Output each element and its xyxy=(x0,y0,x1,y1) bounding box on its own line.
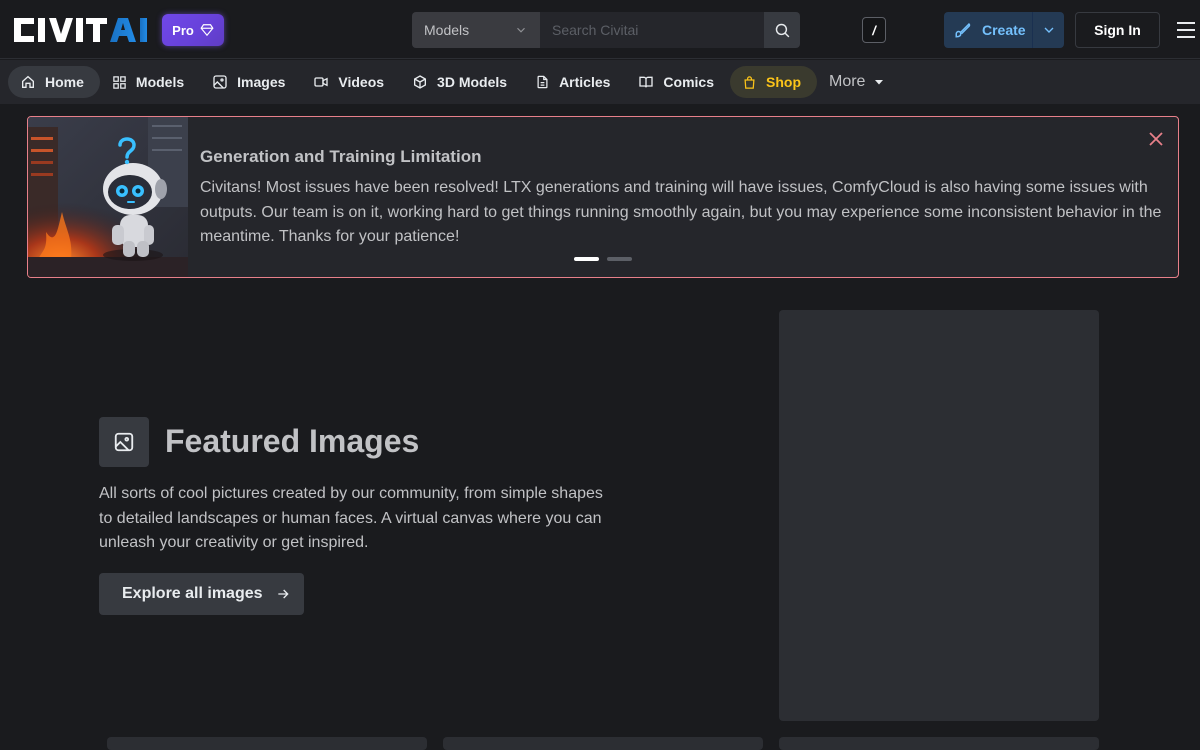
search-input[interactable] xyxy=(540,12,764,48)
robot-illustration xyxy=(28,117,188,277)
search-button[interactable] xyxy=(764,12,800,48)
chevron-down-icon xyxy=(517,27,525,33)
nav-label: Images xyxy=(237,74,286,90)
nav-item-models[interactable]: Models xyxy=(100,66,200,98)
nav-label: Shop xyxy=(766,74,801,90)
arrow-right-icon xyxy=(277,589,289,599)
nav-item-3d-models[interactable]: 3D Models xyxy=(400,66,523,98)
image-icon xyxy=(213,75,227,89)
image-card-placeholder[interactable] xyxy=(107,737,427,750)
nav-item-videos[interactable]: Videos xyxy=(301,66,400,98)
announcement-body: Civitans! Most issues have been resolved… xyxy=(200,179,1162,245)
announcement-title: Generation and Training Limitation xyxy=(200,147,482,166)
explore-all-images-button[interactable]: Explore all images xyxy=(99,573,304,615)
sign-in-button[interactable]: Sign In xyxy=(1075,12,1160,48)
nav-label: Models xyxy=(135,74,185,90)
carousel-indicators xyxy=(574,257,632,261)
create-button[interactable]: Create xyxy=(944,21,1032,39)
create-button-group: Create xyxy=(944,12,1064,48)
diamond-icon xyxy=(200,24,214,37)
carousel-dot[interactable] xyxy=(574,257,599,261)
featured-images-title: Featured Images xyxy=(165,423,420,459)
civitai-logo[interactable] xyxy=(12,14,152,46)
book-icon xyxy=(639,76,654,88)
explore-label: Explore all images xyxy=(122,585,263,602)
image-card-placeholder[interactable] xyxy=(779,310,1099,721)
search-category-select[interactable]: Models xyxy=(412,12,540,48)
announcement-banner: Generation and Training Limitation Civit… xyxy=(27,116,1179,278)
nav-item-articles[interactable]: Articles xyxy=(523,66,626,98)
nav-label: Comics xyxy=(663,74,714,90)
nav-more-label: More xyxy=(829,73,866,90)
grid-icon xyxy=(113,75,126,89)
shopping-bag-icon xyxy=(744,75,755,89)
nav-label: 3D Models xyxy=(437,74,508,90)
top-header: Pro Models / Create Sign In xyxy=(0,0,1200,59)
image-icon xyxy=(114,432,134,452)
create-label: Create xyxy=(982,22,1026,38)
search-shortcut-key: / xyxy=(862,17,886,43)
nav-label: Articles xyxy=(559,74,611,90)
nav-label: Home xyxy=(45,74,84,90)
article-icon xyxy=(537,75,548,89)
nav-item-comics[interactable]: Comics xyxy=(626,66,730,98)
nav-label: Videos xyxy=(338,74,385,90)
menu-icon[interactable] xyxy=(1175,18,1197,42)
search-bar: Models / xyxy=(412,12,886,48)
chevron-down-icon xyxy=(1044,27,1053,33)
close-icon[interactable] xyxy=(1146,129,1166,149)
search-icon xyxy=(775,23,789,37)
nav-item-home[interactable]: Home xyxy=(8,66,100,98)
featured-images-description: All sorts of cool pictures created by ou… xyxy=(99,485,603,551)
search-category-value: Models xyxy=(424,22,470,38)
caret-down-icon xyxy=(875,80,884,85)
home-icon xyxy=(22,75,34,88)
main-nav: Home Models Images Videos 3D Models Arti… xyxy=(0,60,1200,104)
image-card-placeholder[interactable] xyxy=(779,737,1099,750)
carousel-dot[interactable] xyxy=(607,257,632,261)
featured-images-icon-box xyxy=(99,417,149,467)
create-dropdown-toggle[interactable] xyxy=(1032,12,1064,48)
nav-item-images[interactable]: Images xyxy=(200,66,301,98)
brush-icon xyxy=(955,22,971,38)
image-card-placeholder[interactable] xyxy=(443,737,763,750)
nav-more-button[interactable]: More xyxy=(821,66,893,98)
nav-item-shop[interactable]: Shop xyxy=(730,66,817,98)
pro-badge[interactable]: Pro xyxy=(162,14,224,46)
pro-label: Pro xyxy=(172,22,194,38)
video-icon xyxy=(314,77,329,87)
cube-icon xyxy=(414,75,427,89)
